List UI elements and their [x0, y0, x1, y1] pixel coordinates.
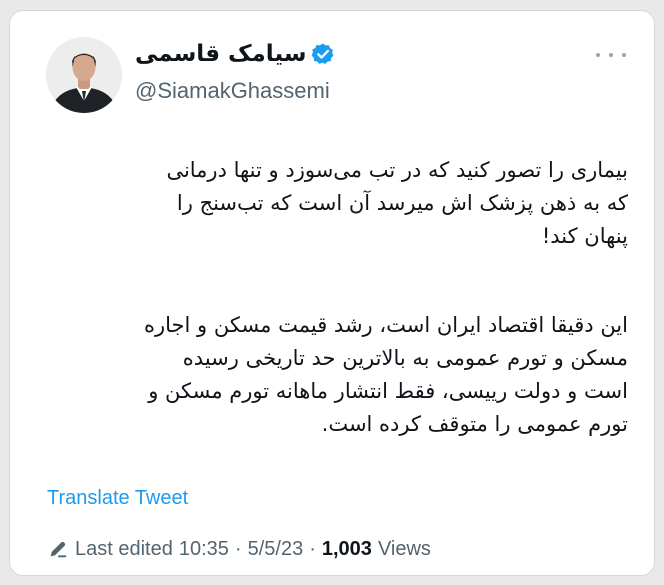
- meta-separator: ·: [234, 537, 242, 560]
- tweet-card: سیامک قاسمی @SiamakGhassemi بیماری را تص…: [9, 10, 655, 576]
- tweet-text-paragraph-2: این دقیقا اقتصاد ایران است، رشد قیمت مسک…: [50, 309, 628, 441]
- author-display-name[interactable]: سیامک قاسمی: [135, 41, 306, 67]
- tweet-text-line: که به ذهن پزشک اش میرسد آن است که تب‌سنج…: [176, 191, 628, 215]
- dot-icon: [596, 53, 600, 57]
- dot-icon: [609, 53, 613, 57]
- edited-time[interactable]: 10:35: [179, 538, 229, 561]
- meta-separator: ·: [309, 537, 316, 560]
- tweet-text-paragraph-1: بیماری را تصور کنید که در تب می‌سوزد و ت…: [50, 154, 628, 253]
- views-label: Views: [377, 537, 431, 560]
- tweet-text-line: تورم عمومی را متوقف کرده است.: [321, 412, 628, 436]
- tweet-text-line: بیماری را تصور کنید که در تب می‌سوزد و ت…: [166, 158, 628, 182]
- tweet-meta-row: Last edited 10:35 · 5/5/23 · 1,003 Views: [47, 537, 431, 561]
- views-count: 1,003: [321, 537, 372, 560]
- tweet-text-line: مسکن و تورم عمومی به بالاترین حد تاریخی …: [182, 346, 628, 370]
- more-options-icon[interactable]: [596, 47, 626, 63]
- author-name-row: سیامک قاسمی: [135, 38, 335, 70]
- verified-badge-icon: [311, 43, 334, 64]
- avatar[interactable]: [46, 37, 122, 113]
- edited-date[interactable]: 5/5/23: [248, 538, 304, 561]
- tweet-text-line: این دقیقا اقتصاد ایران است، رشد قیمت مسک…: [144, 313, 628, 337]
- author-handle[interactable]: @SiamakGhassemi: [135, 78, 330, 104]
- tweet-text-line: است و دولت رییسی، فقط انتشار ماهانه تورم…: [148, 379, 628, 403]
- pencil-edit-icon: [50, 541, 67, 558]
- avatar-image: [46, 37, 122, 113]
- tweet-text-line: پنهان کند!: [541, 224, 628, 248]
- edited-label[interactable]: Last edited: [75, 538, 173, 561]
- dot-icon: [622, 53, 626, 57]
- translate-tweet-link[interactable]: Translate Tweet: [47, 487, 188, 510]
